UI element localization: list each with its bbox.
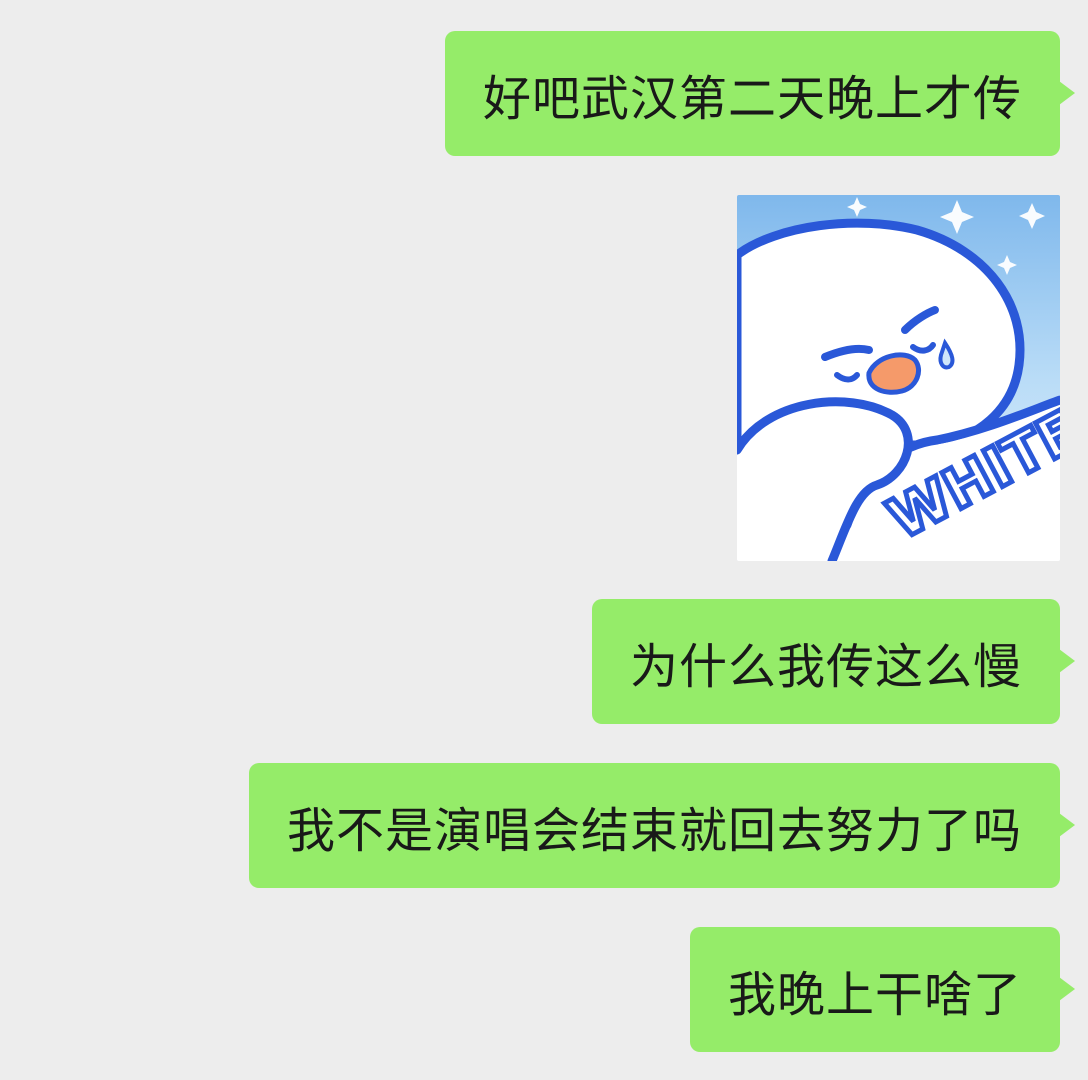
chat-screen: { "chat": { "messages": [ { "type": "tex… (0, 0, 1088, 1080)
bubble-tail (1059, 813, 1075, 837)
message-text: 我晚上干啥了 (727, 966, 1022, 1023)
message-row: 好吧武汉第二天晚上才传 (444, 31, 1075, 156)
message-bubble[interactable]: 我不是演唱会结束就回去努力了吗 (248, 763, 1075, 888)
sticker-message[interactable]: WHITE (737, 195, 1060, 561)
message-bubble[interactable]: 好吧武汉第二天晚上才传 (444, 31, 1075, 156)
bubble-tail (1059, 977, 1075, 1001)
message-row: 我晚上干啥了 (689, 927, 1075, 1052)
crying-duck-sticker-icon: WHITE (737, 195, 1060, 561)
message-row: 我不是演唱会结束就回去努力了吗 (248, 763, 1075, 888)
bubble-tail (1059, 649, 1075, 673)
message-text: 好吧武汉第二天晚上才传 (482, 70, 1022, 127)
message-row: 为什么我传这么慢 (591, 599, 1075, 724)
message-text: 为什么我传这么慢 (629, 638, 1022, 695)
message-text: 我不是演唱会结束就回去努力了吗 (286, 802, 1022, 859)
message-bubble[interactable]: 为什么我传这么慢 (591, 599, 1075, 724)
message-bubble[interactable]: 我晚上干啥了 (689, 927, 1075, 1052)
bubble-tail (1059, 81, 1075, 105)
